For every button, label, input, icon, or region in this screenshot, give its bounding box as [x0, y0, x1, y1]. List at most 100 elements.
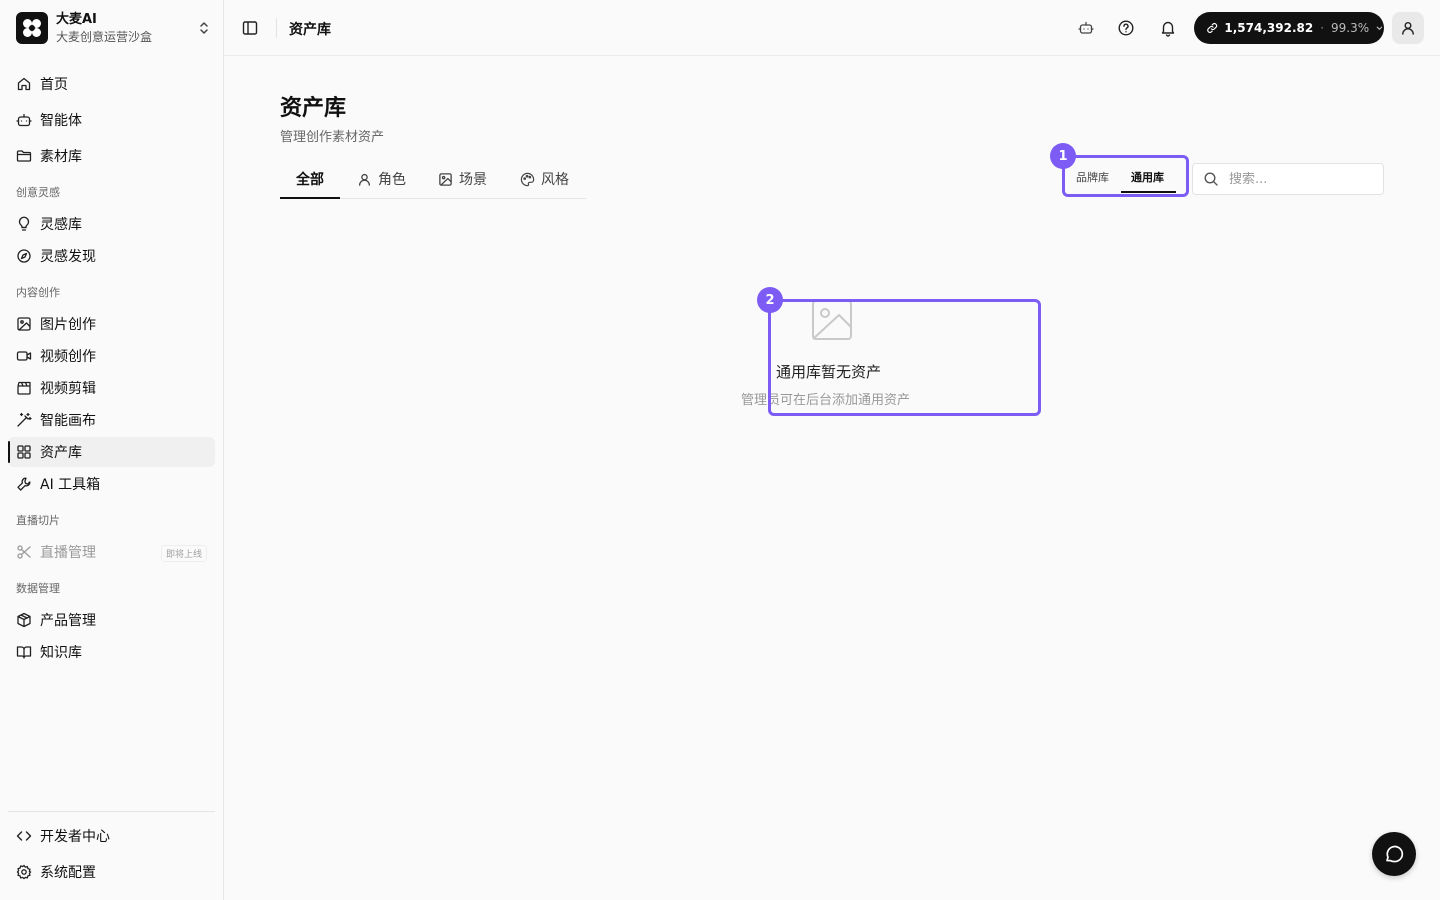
app-root: 大麦AI 大麦创意运营沙盒 首页 智能体 素材库 创意灵感 灵感库 灵感发现 内…	[0, 0, 1440, 900]
sidebar-item-agents[interactable]: 智能体	[8, 105, 215, 135]
general-library-option[interactable]: 通用库	[1121, 165, 1176, 193]
image-icon	[439, 172, 452, 186]
sidebar-item-developer-center[interactable]: 开发者中心	[8, 821, 215, 851]
sidebar-item-video-creation[interactable]: 视频创作	[8, 341, 215, 371]
credit-separator: ·	[1320, 21, 1325, 35]
image-placeholder-icon	[812, 300, 852, 340]
user-icon	[358, 173, 371, 186]
code-icon	[16, 828, 32, 844]
brand-library-option[interactable]: 品牌库	[1068, 165, 1117, 189]
annotation-badge-1: 1	[1050, 143, 1076, 169]
sidebar-item-label: 系统配置	[40, 865, 96, 881]
section-label-content: 内容创作	[16, 286, 60, 299]
sidebar-item-label: 资产库	[40, 445, 82, 461]
sidebar-item-label: 视频创作	[40, 349, 96, 365]
assistant-button[interactable]	[1072, 14, 1100, 42]
folder-icon	[16, 148, 32, 164]
video-icon	[16, 348, 32, 364]
tab-label: 全部	[296, 172, 324, 188]
scissors-icon	[16, 544, 32, 560]
sidebar-item-inspiration-library[interactable]: 灵感库	[8, 209, 215, 239]
link-icon	[1207, 23, 1218, 33]
page-subtitle: 管理创作素材资产	[280, 130, 385, 145]
chat-button[interactable]	[1372, 832, 1416, 876]
brand-subtitle: 大麦创意运营沙盒	[56, 29, 153, 44]
settings-icon	[16, 864, 32, 880]
clapperboard-icon	[16, 380, 32, 396]
sidebar-divider	[8, 811, 215, 812]
tab-scenes[interactable]: 场景	[438, 160, 487, 198]
sidebar-item-smart-canvas[interactable]: 智能画布	[8, 405, 215, 435]
credit-percent: 99.3%	[1331, 21, 1370, 35]
coming-soon-badge: 即将上线	[160, 545, 207, 562]
tab-label: 风格	[541, 172, 569, 188]
asset-type-tabs: 全部 角色 场景 风格	[280, 160, 586, 199]
user-icon	[1402, 22, 1414, 35]
toggle-sidebar-button[interactable]	[236, 14, 264, 42]
palette-icon	[520, 172, 535, 186]
sidebar: 大麦AI 大麦创意运营沙盒 首页 智能体 素材库 创意灵感 灵感库 灵感发现 内…	[0, 0, 224, 900]
page-title: 资产库	[280, 96, 347, 121]
tab-characters[interactable]: 角色	[357, 160, 406, 198]
sidebar-item-system-settings[interactable]: 系统配置	[8, 857, 215, 887]
home-icon	[16, 76, 32, 92]
magic-wand-icon	[16, 412, 32, 428]
bot-icon	[1078, 21, 1094, 34]
sidebar-item-video-editing[interactable]: 视频剪辑	[8, 373, 215, 403]
sidebar-item-product-management[interactable]: 产品管理	[8, 605, 215, 635]
sidebar-item-label: AI 工具箱	[40, 477, 101, 493]
sidebar-item-home[interactable]: 首页	[8, 69, 215, 99]
compass-icon	[16, 248, 32, 264]
sidebar-item-label: 产品管理	[40, 613, 96, 629]
help-circle-icon	[1118, 20, 1134, 36]
sidebar-item-label: 灵感库	[40, 217, 82, 233]
sidebar-item-inspiration-discovery[interactable]: 灵感发现	[8, 241, 215, 271]
user-avatar-button[interactable]	[1392, 12, 1424, 44]
tab-label: 场景	[459, 172, 487, 188]
robot-icon	[16, 112, 32, 128]
bell-icon	[1161, 21, 1175, 37]
tab-all[interactable]: 全部	[280, 160, 340, 199]
wrench-icon	[16, 476, 32, 492]
credit-amount: 1,574,392.82	[1224, 21, 1314, 35]
tab-styles[interactable]: 风格	[520, 160, 569, 198]
panel-left-icon	[242, 21, 258, 35]
image-icon	[16, 316, 32, 332]
search-icon	[1204, 172, 1218, 186]
section-label-creative: 创意灵感	[16, 186, 60, 199]
tab-label: 角色	[378, 172, 406, 188]
sidebar-item-ai-toolbox[interactable]: AI 工具箱	[8, 469, 215, 499]
chevrons-up-down-icon	[200, 22, 208, 34]
credit-balance-button[interactable]: 1,574,392.82 · 99.3%	[1194, 12, 1384, 44]
sidebar-item-label: 素材库	[40, 149, 82, 165]
sidebar-item-label: 知识库	[40, 645, 82, 661]
topbar-separator	[276, 18, 277, 38]
annotation-badge-2: 2	[757, 287, 783, 313]
workspace-switcher[interactable]: 大麦AI 大麦创意运营沙盒	[16, 12, 212, 44]
sidebar-item-label: 开发者中心	[40, 829, 110, 845]
sidebar-item-knowledge-base[interactable]: 知识库	[8, 637, 215, 667]
sidebar-item-label: 灵感发现	[40, 249, 96, 265]
sidebar-item-materials[interactable]: 素材库	[8, 141, 215, 171]
book-icon	[16, 644, 32, 660]
sidebar-item-image-creation[interactable]: 图片创作	[8, 309, 215, 339]
section-label-data: 数据管理	[16, 582, 60, 595]
empty-state-description: 管理员可在后台添加通用资产	[741, 393, 911, 408]
help-button[interactable]	[1112, 14, 1140, 42]
message-circle-icon	[1386, 845, 1404, 863]
empty-state-title: 通用库暂无资产	[776, 363, 882, 381]
sidebar-item-label: 图片创作	[40, 317, 96, 333]
sidebar-item-asset-library[interactable]: 资产库	[8, 437, 215, 467]
lightbulb-icon	[16, 216, 32, 232]
topbar: 资产库 1,574,392.82 · 99.3%	[224, 0, 1440, 56]
search-input[interactable]	[1229, 171, 1369, 187]
brand-name: 大麦AI	[56, 12, 97, 27]
sidebar-item-live-management: 直播管理 即将上线	[8, 537, 215, 567]
chevron-down-icon	[1376, 26, 1383, 31]
section-label-live: 直播切片	[16, 514, 60, 527]
grid-icon	[16, 444, 32, 460]
notifications-button[interactable]	[1154, 14, 1182, 42]
sidebar-item-label: 智能体	[40, 113, 82, 129]
brand-logo	[16, 12, 48, 44]
package-icon	[16, 612, 32, 628]
